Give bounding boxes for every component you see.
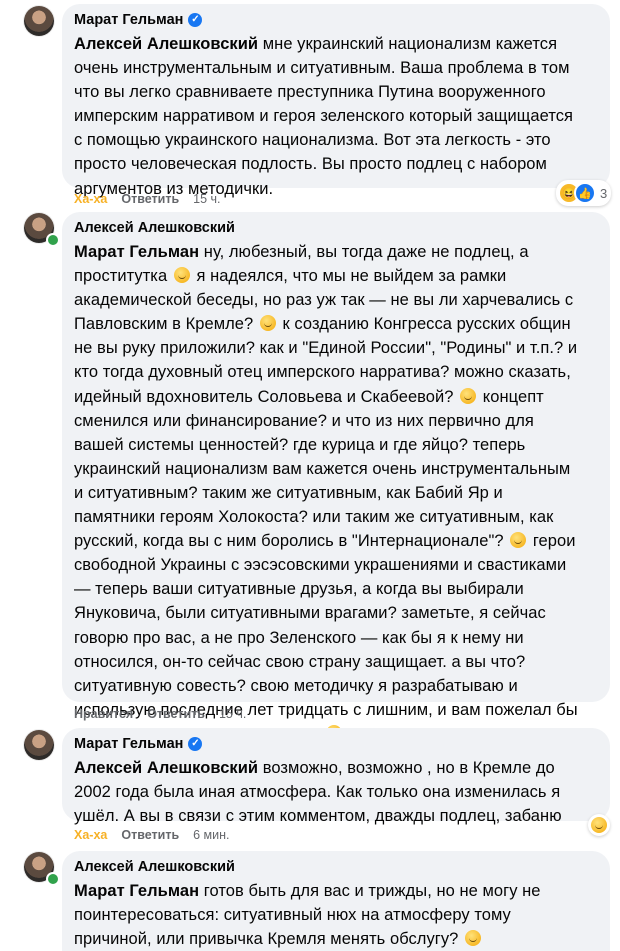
haha-reaction-link[interactable]: Ха-ха xyxy=(74,828,107,842)
like-icon: 👍 xyxy=(574,182,596,204)
comment-line: очень инструментальным и ситуативным. Ва… xyxy=(74,59,570,78)
haha-reaction-icon[interactable] xyxy=(588,814,610,836)
comment-text: Алексей Алешковский возможно, возможно ,… xyxy=(74,756,604,828)
comment-line: Януковича, были ситуативными врагами? за… xyxy=(74,604,546,623)
comment-bubble: Марат Гельман ✓ Алексей Алешковский мне … xyxy=(62,4,610,198)
smile-emoji-icon xyxy=(259,315,276,332)
mention-link[interactable]: Марат Гельман xyxy=(74,882,199,900)
comment-actions: Ха-ха Ответить 6 мин. xyxy=(74,828,230,842)
comment-line: вашей системы ценностей? где курица и гд… xyxy=(74,435,526,454)
like-link[interactable]: Нравится xyxy=(74,707,133,721)
reply-link[interactable]: Ответить xyxy=(121,192,179,206)
comment-line: ушёл. А вы в связи с этим комментом, два… xyxy=(74,807,562,826)
comment-line: поинтересоваться: ситуативный нюх на атм… xyxy=(74,906,511,925)
comment-text: Марат Гельман готов быть для вас и трижд… xyxy=(74,879,604,951)
timestamp[interactable]: 15 ч. xyxy=(193,192,220,206)
comment-line: украинский национализм вам кажется очень… xyxy=(74,459,571,478)
laughing-face-icon xyxy=(591,817,607,833)
mention-link[interactable]: Алексей Алешковский xyxy=(74,35,258,53)
comment-bubble: Алексей Алешковский Марат Гельман готов … xyxy=(62,851,610,951)
smile-emoji-icon xyxy=(460,387,477,404)
comment-line: ситуативную совесть? свою методичку я ра… xyxy=(74,676,518,695)
comment-author[interactable]: Марат Гельман ✓ xyxy=(74,10,598,30)
comment-text: Алексей Алешковский мне украинский нацио… xyxy=(74,32,604,201)
comment-line: просто человеческая подлость. Вы просто … xyxy=(74,155,547,174)
comment-line: академической беседы, но раз уж так — не… xyxy=(74,291,574,310)
reply-link[interactable]: Ответить xyxy=(147,707,205,721)
comment-text: Марат Гельман ну, любезный, вы тогда даж… xyxy=(74,240,604,746)
comment-line: сменился или финансирование? и что из ни… xyxy=(74,411,534,430)
comment-line: 2002 года была иная атмосфера. Как тольк… xyxy=(74,783,561,802)
timestamp[interactable]: 15 ч. xyxy=(219,707,246,721)
comment-author[interactable]: Марат Гельман ✓ xyxy=(74,734,598,754)
mention-link[interactable]: Алексей Алешковский xyxy=(74,759,258,777)
laughing-face-icon xyxy=(465,930,482,947)
comment-line: Алексей Алешковский мне украинский нацио… xyxy=(74,35,558,53)
comment-line: и ситуативным? таким же ситуативным, как… xyxy=(74,483,503,502)
avatar[interactable] xyxy=(24,6,54,36)
comment-actions: Нравится Ответить 15 ч. xyxy=(74,707,246,721)
comment-line: с помощью украинского национализма. Вот … xyxy=(74,131,551,150)
comment-author[interactable]: Алексей Алешковский xyxy=(74,857,598,877)
online-status-icon xyxy=(46,233,60,247)
mention-link[interactable]: Марат Гельман xyxy=(74,243,199,261)
comment-bubble: Марат Гельман ✓ Алексей Алешковский возм… xyxy=(62,728,610,825)
reaction-summary[interactable]: 😆 👍 3 xyxy=(556,180,612,206)
smile-emoji-icon xyxy=(173,267,190,284)
comment-line: памятники героям Холокоста? или таким же… xyxy=(74,508,554,527)
timestamp[interactable]: 6 мин. xyxy=(193,828,229,842)
haha-reaction-link[interactable]: Ха-ха xyxy=(74,192,107,206)
comment-actions: Ха-ха Ответить 15 ч. xyxy=(74,192,221,206)
verified-badge-icon: ✓ xyxy=(188,13,203,27)
comment-line: Павловским в Кремле? к созданию Конгресс… xyxy=(74,315,571,334)
comment-author[interactable]: Алексей Алешковский xyxy=(74,218,598,238)
comment-bubble: Алексей Алешковский Марат Гельман ну, лю… xyxy=(62,212,610,743)
smile-emoji-icon xyxy=(510,532,527,549)
comment-line: проститутка я надеялся, что мы не выйдем… xyxy=(74,267,507,286)
comment-line: идейный вдохновитель Соловьева и Скабеев… xyxy=(74,387,544,406)
comment-line: Алексей Алешковский возможно, возможно ,… xyxy=(74,759,555,777)
reaction-count: 3 xyxy=(600,185,608,201)
comment-line: Марат Гельман готов быть для вас и трижд… xyxy=(74,882,541,900)
reply-link[interactable]: Ответить xyxy=(121,828,179,842)
comment-line: говорю про вас, а не про Зеленского — ка… xyxy=(74,628,524,647)
comment-line: свободной Украины с ээсэсовскими украшен… xyxy=(74,556,567,575)
comment-line: кто тогда духовный отец имперского нарра… xyxy=(74,363,571,382)
comment-line: Марат Гельман ну, любезный, вы тогда даж… xyxy=(74,243,529,261)
online-status-icon xyxy=(46,872,60,886)
verified-badge-icon: ✓ xyxy=(188,737,203,751)
comment-line: относился, он-то сейчас свою страну защи… xyxy=(74,652,526,671)
comment-line: имперским нарративом и героя зеленского … xyxy=(74,107,574,126)
comment-line: — теперь ваши ситуативные друзья, а когд… xyxy=(74,580,524,599)
comment-line: причиной, или привычка Кремля менять обс… xyxy=(74,927,604,951)
comment-line: не вы руку приложили? как и "Единой Росс… xyxy=(74,339,578,358)
comment-line: что вы легко сравниваете преступника Пут… xyxy=(74,83,546,102)
comment-line: русский, когда вы с ним боролись в "Инте… xyxy=(74,532,576,551)
avatar[interactable] xyxy=(24,730,54,760)
